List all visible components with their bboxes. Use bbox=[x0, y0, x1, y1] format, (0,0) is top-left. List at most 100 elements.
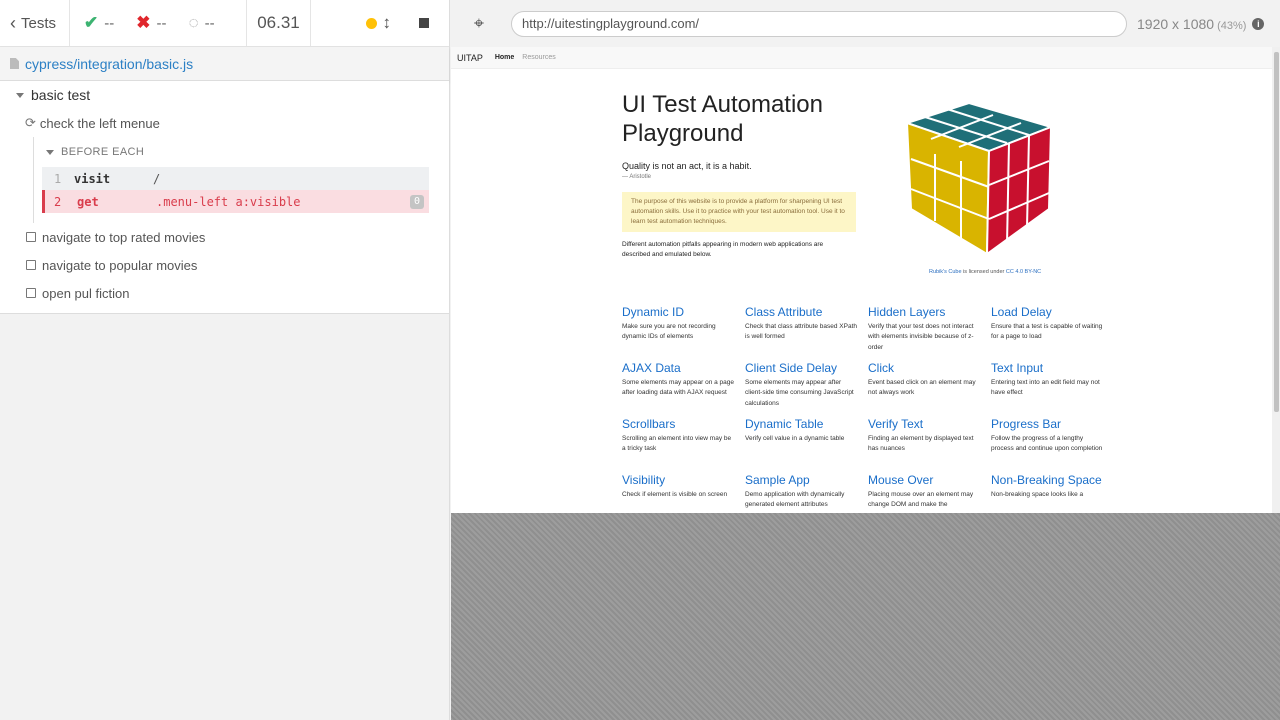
iframe-scrollbar[interactable] bbox=[1272, 47, 1280, 513]
card-link[interactable]: Non-Breaking Space bbox=[991, 473, 1114, 488]
passed-count: -- bbox=[104, 14, 115, 32]
card-desc: Entering text into an edit field may not… bbox=[991, 379, 1100, 397]
duration: 06.31 bbox=[247, 0, 311, 46]
card-desc: Follow the progress of a lengthy process… bbox=[991, 435, 1103, 453]
card-link[interactable]: Visibility bbox=[622, 473, 745, 488]
info-alert: The purpose of this website is to provid… bbox=[622, 192, 856, 232]
card: Text Input Entering text into an edit fie… bbox=[991, 361, 1114, 411]
command-name: get bbox=[77, 194, 99, 209]
scrollbar-thumb[interactable] bbox=[1274, 52, 1279, 412]
page-title: UI Test Automation Playground bbox=[622, 91, 823, 147]
caret-down-icon bbox=[46, 149, 54, 155]
card-link[interactable]: Dynamic Table bbox=[745, 417, 868, 432]
card-link[interactable]: Class Attribute bbox=[745, 305, 868, 320]
reporter-panel: ‹ Tests ✔ -- ✖ -- ◌ -- 06.31 ↕ cypress/inte… bbox=[0, 0, 450, 720]
card-desc: Verify that your test does not interact … bbox=[868, 323, 974, 351]
card-link[interactable]: Dynamic ID bbox=[622, 305, 745, 320]
runner-controls: ↕ bbox=[311, 0, 449, 46]
pending-count: -- bbox=[204, 14, 215, 32]
card-link[interactable]: Scrollbars bbox=[622, 417, 745, 432]
refresh-icon: ⟳ bbox=[25, 115, 36, 130]
failed-count: -- bbox=[156, 14, 167, 32]
square-icon bbox=[26, 232, 36, 242]
command-message: .menu-left a:visible bbox=[156, 194, 301, 209]
suite-row[interactable]: basic test bbox=[0, 81, 449, 109]
card-link[interactable]: Click bbox=[868, 361, 991, 376]
pending-test-row[interactable]: navigate to popular movies bbox=[0, 251, 449, 279]
passed-stat: ✔ -- bbox=[84, 13, 114, 33]
pending-stat: ◌ -- bbox=[189, 13, 215, 33]
quote-author: — Aristotle bbox=[622, 174, 652, 180]
auto-scroll-toggle-icon[interactable]: ↕ bbox=[383, 13, 392, 33]
card: Non-Breaking Space Non-breaking space loo… bbox=[991, 473, 1114, 513]
test-title: navigate to top rated movies bbox=[42, 229, 206, 245]
test-title: navigate to popular movies bbox=[42, 257, 198, 273]
suite-title: basic test bbox=[31, 87, 91, 103]
aut-header: ⌖ http://uitestingplayground.com/ 1920 x… bbox=[451, 0, 1280, 47]
element-count-badge: 0 bbox=[409, 194, 424, 209]
pending-test-row[interactable]: open pul fiction bbox=[0, 279, 449, 307]
tests-label: Tests bbox=[21, 14, 57, 32]
circle-notch-icon: ◌ bbox=[188, 13, 199, 32]
card-desc: Verify cell value in a dynamic table bbox=[745, 435, 845, 442]
site-navbar: UITAP Home Resources bbox=[451, 47, 1280, 69]
card-link[interactable]: Sample App bbox=[745, 473, 868, 488]
caption-link-license[interactable]: CC 4.0 BY-NC bbox=[1006, 269, 1041, 275]
test-title: check the left menue bbox=[39, 115, 160, 131]
card-link[interactable]: Client Side Delay bbox=[745, 361, 868, 376]
test-stats: ✔ -- ✖ -- ◌ -- bbox=[70, 0, 247, 46]
pending-test-row[interactable]: navigate to top rated movies bbox=[0, 223, 449, 251]
file-icon bbox=[10, 58, 19, 69]
pitfalls-grid: Dynamic ID Make sure you are not recordin… bbox=[622, 305, 1112, 513]
running-test-row[interactable]: ⟳ check the left menue bbox=[0, 109, 449, 137]
stop-icon[interactable] bbox=[419, 18, 429, 28]
card: Verify Text Finding an element by display… bbox=[868, 417, 991, 467]
card-link[interactable]: Load Delay bbox=[991, 305, 1114, 320]
command-row-failed[interactable]: 2 get .menu-left a:visible 0 bbox=[42, 190, 429, 213]
card-desc: Some elements may appear on a page after… bbox=[622, 379, 735, 397]
square-icon bbox=[26, 260, 36, 270]
nav-resources[interactable]: Resources bbox=[522, 54, 555, 61]
card-desc: Placing mouse over an element may change… bbox=[868, 491, 974, 509]
card-link[interactable]: Hidden Layers bbox=[868, 305, 991, 320]
card-desc: Scrolling an element into view may be a … bbox=[622, 435, 732, 453]
card-link[interactable]: Text Input bbox=[991, 361, 1114, 376]
card-link[interactable]: AJAX Data bbox=[622, 361, 745, 376]
hook-header[interactable]: BEFORE EACH bbox=[42, 143, 429, 161]
chevron-left-icon: ‹ bbox=[10, 12, 16, 33]
card-desc: Non-breaking space looks like a bbox=[991, 491, 1084, 498]
card-link[interactable]: Mouse Over bbox=[868, 473, 991, 488]
viewport-info: 1920 x 1080 (43%) bbox=[1137, 16, 1246, 32]
reporter-header: ‹ Tests ✔ -- ✖ -- ◌ -- 06.31 ↕ bbox=[0, 0, 449, 47]
pitfalls-intro: Different automation pitfalls appearing … bbox=[622, 241, 824, 258]
rubiks-cube-image bbox=[903, 101, 1055, 256]
nav-home[interactable]: Home bbox=[495, 54, 514, 61]
card: Class Attribute Check that class attribut… bbox=[745, 305, 868, 355]
card: Dynamic ID Make sure you are not recordin… bbox=[622, 305, 745, 355]
card-link[interactable]: Progress Bar bbox=[991, 417, 1114, 432]
tests-back-button[interactable]: ‹ Tests bbox=[0, 0, 70, 46]
info-icon[interactable]: i bbox=[1252, 17, 1265, 30]
spec-path-link[interactable]: cypress/integration/basic.js bbox=[25, 56, 193, 72]
caption-link-cube[interactable]: Rubik's Cube bbox=[929, 269, 962, 275]
selector-playground-icon[interactable]: ⌖ bbox=[463, 13, 495, 34]
test-title: open pul fiction bbox=[42, 285, 130, 301]
card-link[interactable]: Verify Text bbox=[868, 417, 991, 432]
card: Load Delay Ensure that a test is capable … bbox=[991, 305, 1114, 355]
card-desc: Some elements may appear after client-si… bbox=[745, 379, 854, 407]
hook-section: BEFORE EACH 1 visit / 2 get .menu-left a… bbox=[33, 137, 449, 223]
card: Progress Bar Follow the progress of a len… bbox=[991, 417, 1114, 467]
card-desc: Ensure that a test is capable of waiting… bbox=[991, 323, 1103, 341]
hero: UI Test Automation Playground Quality is… bbox=[622, 90, 862, 259]
viewport-scale: (43%) bbox=[1217, 19, 1247, 32]
card: Client Side Delay Some elements may appea… bbox=[745, 361, 868, 411]
card: Mouse Over Placing mouse over an element … bbox=[868, 473, 991, 513]
card-desc: Event based click on an element may not … bbox=[868, 379, 976, 397]
app-under-test: ⌖ http://uitestingplayground.com/ 1920 x… bbox=[451, 0, 1280, 720]
site-brand[interactable]: UITAP bbox=[457, 53, 483, 63]
command-number: 1 bbox=[54, 171, 62, 186]
url-bar[interactable]: http://uitestingplayground.com/ bbox=[511, 10, 1127, 37]
command-number: 2 bbox=[54, 194, 62, 209]
command-row[interactable]: 1 visit / bbox=[42, 167, 429, 190]
square-icon bbox=[26, 288, 36, 298]
